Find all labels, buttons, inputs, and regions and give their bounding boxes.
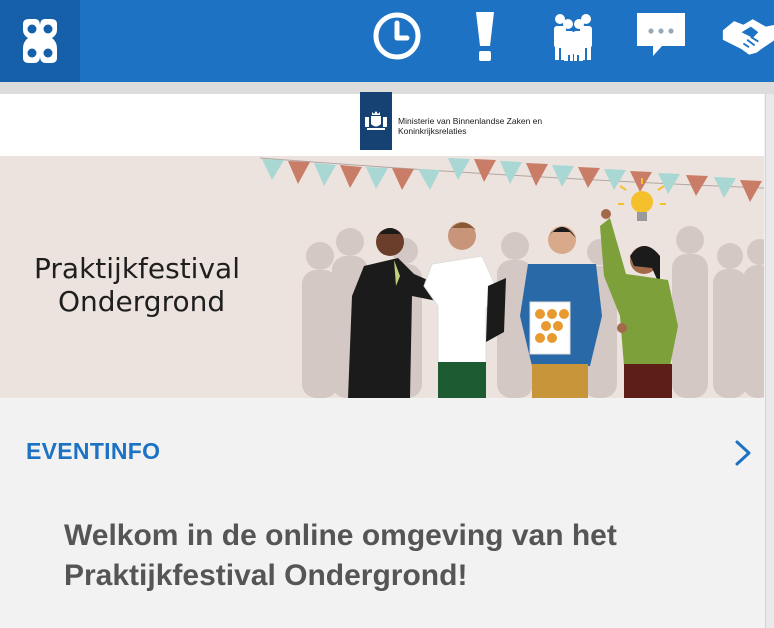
scrollbar[interactable] xyxy=(765,94,774,628)
networking-button[interactable] xyxy=(721,8,774,64)
ministry-logo: Ministerie van Binnenlandse Zaken en Kon… xyxy=(360,92,558,150)
welcome-message: Welkom in de online omgeving van het Pra… xyxy=(64,519,617,592)
chevron-right-icon[interactable] xyxy=(730,438,756,468)
chat-button[interactable] xyxy=(633,8,689,64)
app-logo-icon xyxy=(23,19,57,63)
event-title: Praktijkfestival Ondergrond xyxy=(34,252,240,318)
person-white-shirt xyxy=(423,222,506,398)
lightbulb-icon xyxy=(618,178,666,221)
clock-icon xyxy=(373,12,421,60)
alerts-button[interactable] xyxy=(457,8,513,64)
event-info-section: EVENTINFO Welkom in de online omgeving v… xyxy=(0,398,764,628)
app-logo-button[interactable] xyxy=(0,0,80,82)
event-title-line1: Praktijkfestival xyxy=(34,252,240,285)
top-navigation-bar xyxy=(0,0,774,82)
handshake-icon xyxy=(722,19,774,55)
eventinfo-link[interactable]: EVENTINFO xyxy=(26,438,160,465)
event-title-line2: Ondergrond xyxy=(58,285,226,318)
exclamation-icon xyxy=(476,12,494,61)
people-icon xyxy=(554,14,592,61)
coat-of-arms-icon xyxy=(360,92,392,150)
hero-banner: Praktijkfestival Ondergrond xyxy=(0,156,764,398)
ministry-name: Ministerie van Binnenlandse Zaken en Kon… xyxy=(398,116,543,136)
clock-button[interactable] xyxy=(369,8,425,64)
attendees-button[interactable] xyxy=(545,8,601,64)
chat-bubble-icon xyxy=(637,13,685,56)
